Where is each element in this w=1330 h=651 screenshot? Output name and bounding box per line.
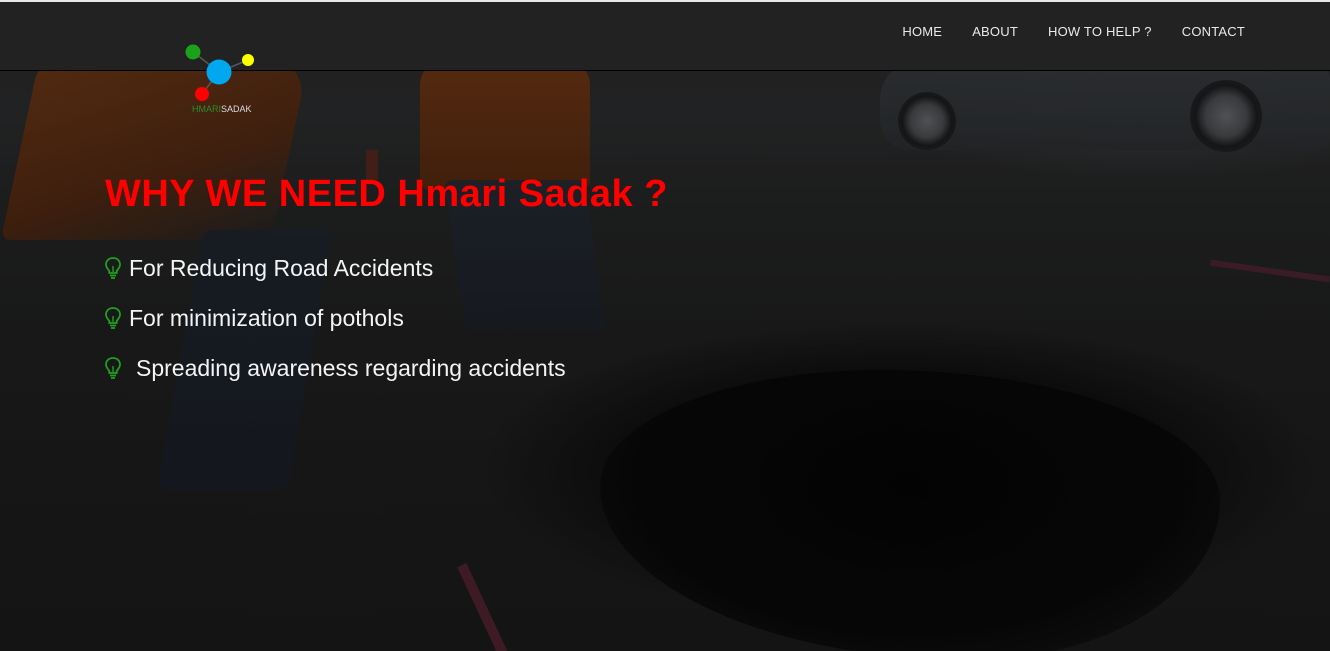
- reasons-list: For Reducing Road Accidents For minimiza…: [104, 243, 566, 393]
- reason-text: Spreading awareness regarding accidents: [136, 354, 566, 381]
- nav-home-link[interactable]: HOME: [902, 24, 942, 39]
- logo-text-sadak: SADAK: [221, 104, 252, 114]
- reason-item: Spreading awareness regarding accidents: [104, 343, 566, 393]
- nav-contact-link[interactable]: CONTACT: [1182, 24, 1245, 39]
- nav-how-to-help-link[interactable]: HOW TO HELP ?: [1048, 24, 1152, 39]
- logo-red-dot: [195, 87, 209, 101]
- lightbulb-icon: [105, 257, 121, 279]
- page: HOME ABOUT HOW TO HELP ? CONTACT HMARISA…: [0, 0, 1330, 651]
- logo-blue-dot: [206, 59, 232, 85]
- logo-green-dot: [185, 44, 201, 60]
- reason-text: For minimization of pothols: [129, 304, 404, 331]
- logo-graphic: [185, 44, 254, 101]
- site-logo[interactable]: HMARISADAK: [183, 42, 263, 118]
- hero-title: WHY WE NEED Hmari Sadak ?: [105, 173, 668, 215]
- reason-item: For Reducing Road Accidents: [104, 243, 566, 293]
- logo-text: HMARISADAK: [192, 104, 252, 114]
- logo-yellow-dot: [242, 54, 254, 66]
- reason-item: For minimization of pothols: [104, 293, 566, 343]
- lightbulb-icon: [105, 357, 121, 379]
- lightbulb-icon: [105, 307, 121, 329]
- reason-text: For Reducing Road Accidents: [129, 254, 434, 281]
- logo-text-hmari: HMARI: [192, 104, 221, 114]
- nav-about-link[interactable]: ABOUT: [972, 24, 1018, 39]
- nav-menu: HOME ABOUT HOW TO HELP ? CONTACT: [902, 24, 1245, 39]
